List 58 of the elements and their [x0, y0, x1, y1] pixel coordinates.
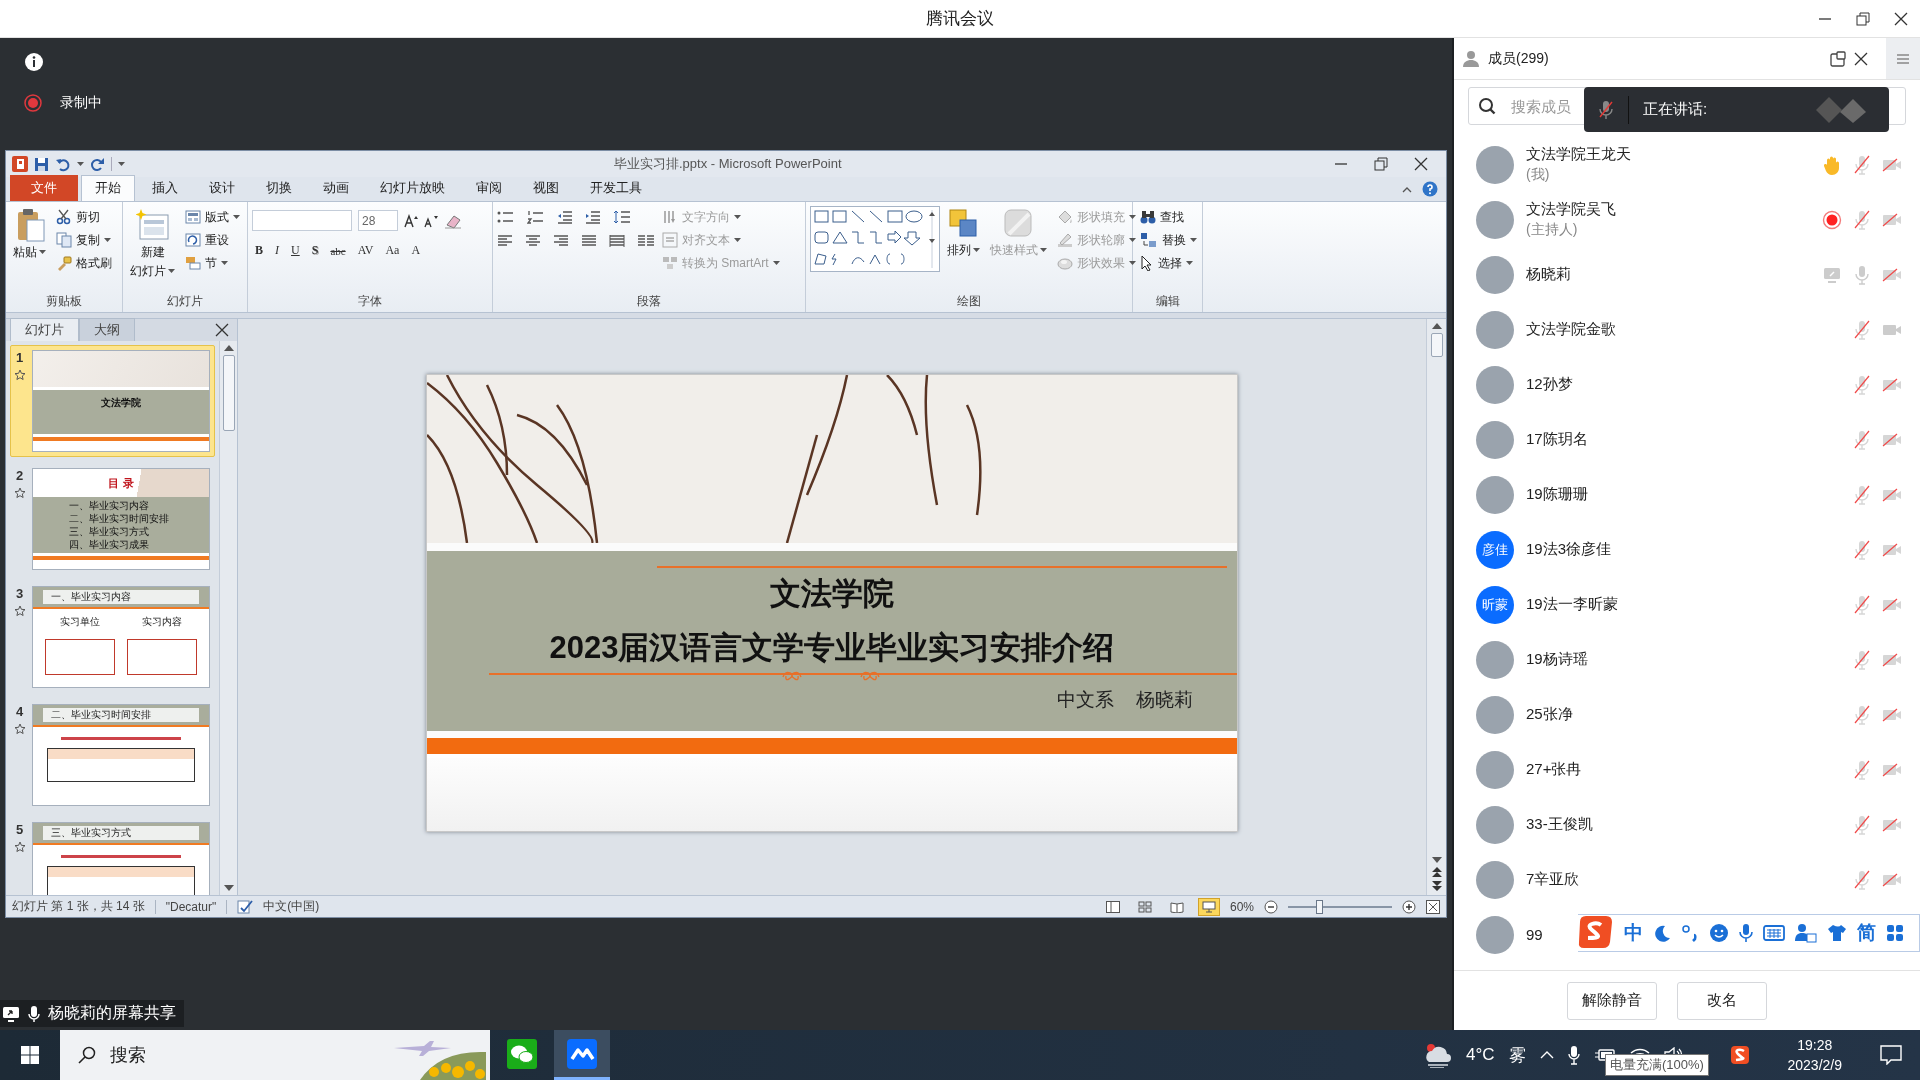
recording-status: 录制中: [60, 94, 102, 112]
slide-heading: 文法学院: [101, 396, 141, 410]
app-title: 腾讯会议: [926, 8, 994, 30]
slide-number: 1: [15, 350, 24, 365]
group-label: 段落: [636, 293, 662, 310]
zoom-level: 60%: [1229, 899, 1254, 914]
slide-title: 文法学院: [770, 575, 894, 613]
member-name: 杨晓莉: [1526, 265, 1571, 284]
slide-counter: 幻灯片 第 1 张，共 14 张: [12, 898, 145, 915]
battery-tooltip: 电量充满(100%): [1605, 1054, 1709, 1076]
member-name: 33-王俊凯: [1526, 815, 1593, 834]
avatar: 彦佳: [1476, 530, 1514, 569]
speaking-label: 正在讲话:: [1643, 100, 1708, 119]
member-role: (我): [1526, 166, 1550, 184]
member-name: 19陈珊珊: [1526, 485, 1588, 504]
member-name: 文法学院王龙天: [1526, 145, 1631, 164]
avatar: 昕蒙: [1476, 585, 1514, 624]
member-name: 19法一李昕蒙: [1526, 595, 1618, 614]
member-name: 27+张冉: [1526, 760, 1582, 779]
member-role: (主持人): [1526, 221, 1578, 239]
theme-name: "Decatur": [165, 899, 217, 914]
weather-condition: 雾: [1508, 1044, 1526, 1067]
member-name: 19杨诗瑶: [1526, 650, 1588, 669]
group-label: 字体: [357, 293, 383, 310]
slide-heading: 三、毕业实习方式: [43, 826, 199, 840]
slide-number: 3: [15, 586, 24, 601]
member-name: 19法3徐彦佳: [1526, 540, 1612, 559]
member-name: 25张净: [1526, 705, 1573, 724]
contents-item: 一、毕业实习内容: [69, 499, 150, 512]
box-label: 实习单位: [60, 615, 100, 629]
member-name: 文法学院金歌: [1526, 320, 1616, 339]
slide-number: 4: [15, 704, 24, 719]
slide-heading: 目 录: [108, 475, 134, 491]
member-name: 99: [1526, 926, 1543, 943]
slide-number: 5: [15, 822, 24, 837]
group-label: 编辑: [1154, 293, 1181, 310]
screen-share-label: 杨晓莉的屏幕共享: [48, 1003, 176, 1023]
department-name: 中文系: [1057, 688, 1114, 712]
contents-item: 三、毕业实习方式: [69, 525, 150, 538]
document-title: 毕业实习排.pptx - Microsoft PowerPoint: [613, 155, 843, 173]
slide-subtitle: 2023届汉语言文学专业毕业实习安排介绍: [549, 629, 1115, 667]
author-name: 杨晓莉: [1136, 688, 1193, 712]
contents-item: 二、毕业实习时间安排: [69, 512, 170, 525]
member-name: 文法学院吴飞: [1526, 200, 1616, 219]
member-name: 7辛亚欣: [1526, 870, 1580, 889]
slide-heading: 一、毕业实习内容: [43, 590, 199, 604]
member-name: 17陈玥名: [1526, 430, 1588, 449]
temperature: 4°C: [1465, 1045, 1495, 1065]
box-label: 实习内容: [142, 615, 182, 629]
language-indicator: 中文(中国): [263, 898, 320, 915]
group-label: 剪贴板: [45, 293, 83, 310]
group-label: 绘图: [956, 293, 982, 310]
slide-heading: 二、毕业实习时间安排: [43, 708, 199, 722]
group-label: 幻灯片: [166, 293, 204, 310]
contents-item: 四、毕业实习成果: [69, 538, 150, 551]
slide-number: 2: [15, 468, 24, 483]
members-title: 成员(299): [1488, 49, 1549, 68]
member-name: 12孙梦: [1526, 375, 1573, 394]
